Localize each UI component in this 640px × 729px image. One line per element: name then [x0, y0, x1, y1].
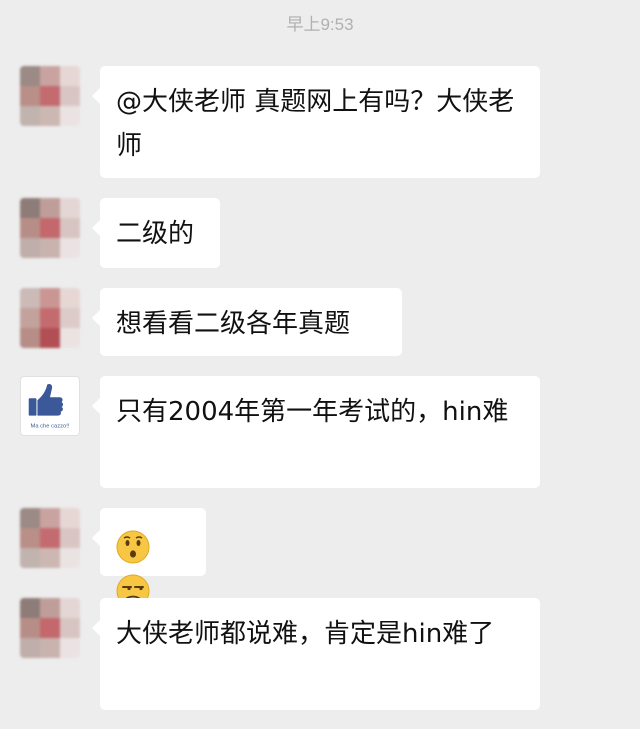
- logo-caption: Ma che cazzo!!: [31, 423, 70, 429]
- sender-avatar[interactable]: [20, 598, 80, 658]
- sender-avatar[interactable]: [20, 508, 80, 568]
- hushed-face-icon: [116, 530, 150, 563]
- sender-avatar[interactable]: [20, 198, 80, 258]
- message-bubble[interactable]: 想看看二级各年真题: [92, 288, 402, 356]
- message-bubble[interactable]: 大侠老师都说难，肯定是hin难了: [92, 598, 540, 710]
- finger-purse-hand-icon: Ma che cazzo!!: [28, 383, 70, 429]
- message-bubble[interactable]: [92, 508, 206, 607]
- message-bubble[interactable]: @大侠老师 真题网上有吗？大侠老师: [92, 66, 540, 178]
- sender-avatar[interactable]: Ma che cazzo!!: [20, 376, 80, 436]
- message-timestamp: 早上9:53: [286, 15, 354, 34]
- sender-avatar[interactable]: [20, 66, 80, 126]
- message-bubble[interactable]: 只有2004年第一年考试的，hin难: [92, 376, 540, 488]
- sender-avatar[interactable]: [20, 288, 80, 348]
- message-bubble[interactable]: 二级的: [92, 198, 220, 268]
